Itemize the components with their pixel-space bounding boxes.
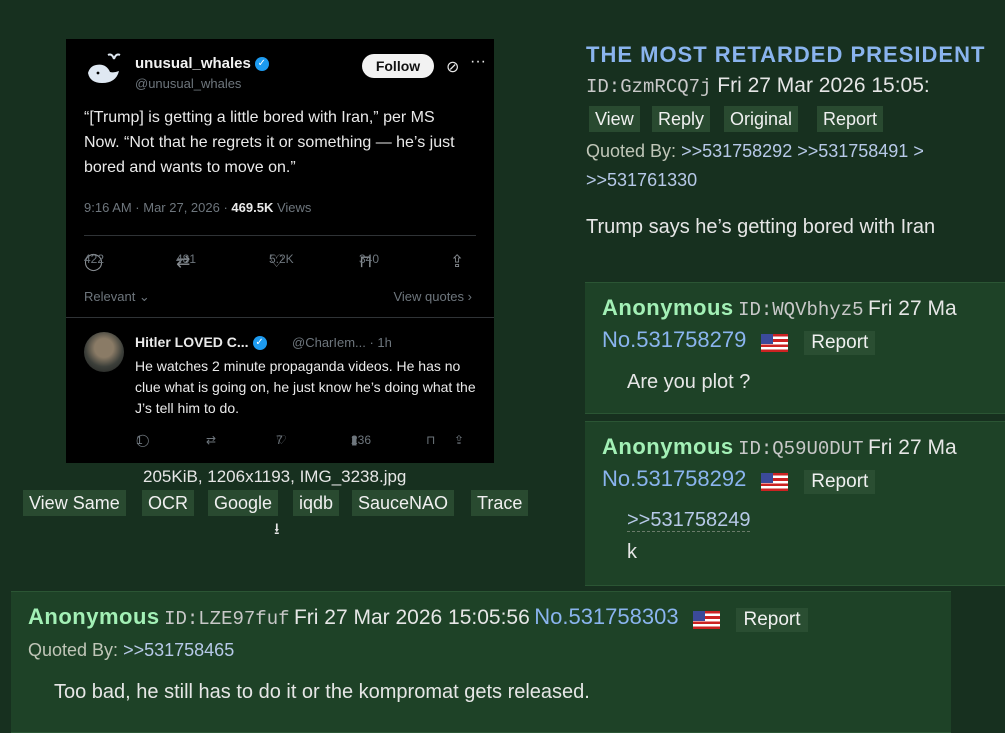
- post-number[interactable]: No.531758303: [534, 604, 678, 629]
- reply-author-name: Hitler LOVED C... ✓: [135, 334, 267, 351]
- tweet-text: “[Trump] is getting a little bored with …: [84, 109, 455, 176]
- post-message: Trump says he’s getting bored with Iran: [586, 216, 936, 238]
- reply-number-row: No.531758292 Report: [602, 466, 876, 494]
- share-icon: ⇪: [454, 433, 465, 447]
- post-number[interactable]: No.531758279: [602, 327, 746, 352]
- poster-id[interactable]: ID:GzmRCQ7j: [586, 76, 711, 98]
- poster-id[interactable]: ID:Q59U0DUT: [738, 438, 863, 460]
- quote-link[interactable]: >>531758249: [627, 509, 751, 532]
- grok-icon: ⊘: [446, 59, 460, 76]
- divider: [66, 317, 494, 318]
- tweet-meta: 9:16 AM · Mar 27, 2026 · 469.5K Views: [84, 200, 312, 215]
- reply-header: Anonymous ID:WQVbhyz5 Fri 27 Ma: [602, 295, 957, 321]
- quoted-by-links[interactable]: >>531758292 >>531758491 >: [681, 141, 924, 161]
- us-flag-icon: [693, 610, 721, 629]
- google-button[interactable]: Google: [208, 490, 279, 516]
- iqdb-button[interactable]: iqdb: [293, 490, 340, 516]
- post-date: Fri 27 Ma: [867, 436, 957, 459]
- reply-number-row: No.531758279 Report: [602, 327, 876, 355]
- bookmark-icon: ⊓: [426, 433, 436, 447]
- relevant-sort: Relevant ⌄: [84, 289, 150, 304]
- poster-name: Anonymous: [602, 295, 734, 320]
- poster-id[interactable]: ID:WQVbhyz5: [738, 299, 863, 321]
- trace-button[interactable]: Trace: [471, 490, 529, 516]
- share-icon: ⇪: [450, 252, 465, 271]
- post-date: Fri 27 Mar 2026 15:05:56: [293, 606, 530, 629]
- reply-author-handle: @CharIem... · 1h: [292, 335, 392, 350]
- post-image-thumbnail[interactable]: unusual_whales ✓ @unusual_whales Follow ⊘…: [66, 39, 494, 463]
- tweet-header: unusual_whales ✓ @unusual_whales Follow ⊘…: [84, 47, 486, 95]
- view-button[interactable]: View: [589, 106, 640, 132]
- reply-header: Anonymous ID:LZE97fuf Fri 27 Mar 2026 15…: [28, 604, 808, 632]
- reply-button[interactable]: Reply: [652, 106, 711, 132]
- tweet-author-name: unusual_whales ✓: [135, 55, 269, 72]
- report-button[interactable]: Report: [804, 330, 876, 355]
- report-button[interactable]: Report: [817, 106, 884, 132]
- reply-tweet-text: He watches 2 minute propaganda videos. H…: [135, 358, 476, 416]
- us-flag-icon: [760, 472, 788, 491]
- verified-badge-icon: ✓: [254, 57, 269, 72]
- quoted-by-link[interactable]: >>531758465: [123, 640, 234, 660]
- whale-avatar-icon: [88, 53, 121, 83]
- poster-name: Anonymous: [28, 604, 160, 629]
- ocr-button[interactable]: OCR: [142, 490, 194, 516]
- post-message: Too bad, he still has to do it or the ko…: [54, 681, 590, 703]
- quote-link-row: >>531758249: [627, 509, 751, 532]
- more-options-icon: ···: [470, 53, 486, 70]
- poster-id[interactable]: ID:LZE97fuf: [164, 608, 289, 630]
- poster-name: Anonymous: [602, 434, 734, 459]
- reply-header: Anonymous ID:Q59U0DUT Fri 27 Ma: [602, 434, 957, 460]
- quoted-by: Quoted By: >>531758292 >>531758491 >: [586, 141, 924, 161]
- view-quotes-link: View quotes ›: [393, 289, 472, 304]
- file-info: 205KiB, 1206x1193, IMG_3238.jpg: [143, 467, 407, 486]
- tweet-author-handle: @unusual_whales: [135, 76, 242, 91]
- view-same-button[interactable]: View Same: [23, 490, 126, 516]
- tweet-follow-button: Follow: [362, 54, 434, 78]
- reply-post: Anonymous ID:LZE97fuf Fri 27 Mar 2026 15…: [11, 591, 951, 733]
- post-date: Fri 27 Ma: [867, 297, 957, 320]
- post-header: ID:GzmRCQ7j Fri 27 Mar 2026 15:05:: [586, 74, 930, 98]
- download-icon[interactable]: ⭳: [274, 518, 280, 545]
- post-message: Are you plot ?: [627, 371, 751, 393]
- verified-badge-icon: ✓: [252, 336, 267, 351]
- reply-post: Anonymous ID:WQVbhyz5 Fri 27 Ma No.53175…: [585, 282, 1005, 414]
- post-message: k: [627, 541, 637, 563]
- divider: [84, 235, 476, 236]
- reply-post: Anonymous ID:Q59U0DUT Fri 27 Ma No.53175…: [585, 421, 1005, 586]
- post-number[interactable]: No.531758292: [602, 466, 746, 491]
- post-date: Fri 27 Mar 2026 15:05:: [717, 74, 930, 97]
- us-flag-icon: [760, 333, 788, 352]
- report-button[interactable]: Report: [804, 469, 876, 494]
- original-button[interactable]: Original: [724, 106, 799, 132]
- saucenao-button[interactable]: SauceNAO: [352, 490, 455, 516]
- quoted-by-link[interactable]: >>531761330: [586, 170, 697, 191]
- reply-avatar: [84, 332, 124, 372]
- repost-icon: ⇄: [206, 433, 217, 447]
- report-button[interactable]: Report: [736, 607, 808, 632]
- post-subject: THE MOST RETARDED PRESIDENT: [586, 42, 986, 67]
- quoted-by: Quoted By: >>531758465: [28, 640, 235, 660]
